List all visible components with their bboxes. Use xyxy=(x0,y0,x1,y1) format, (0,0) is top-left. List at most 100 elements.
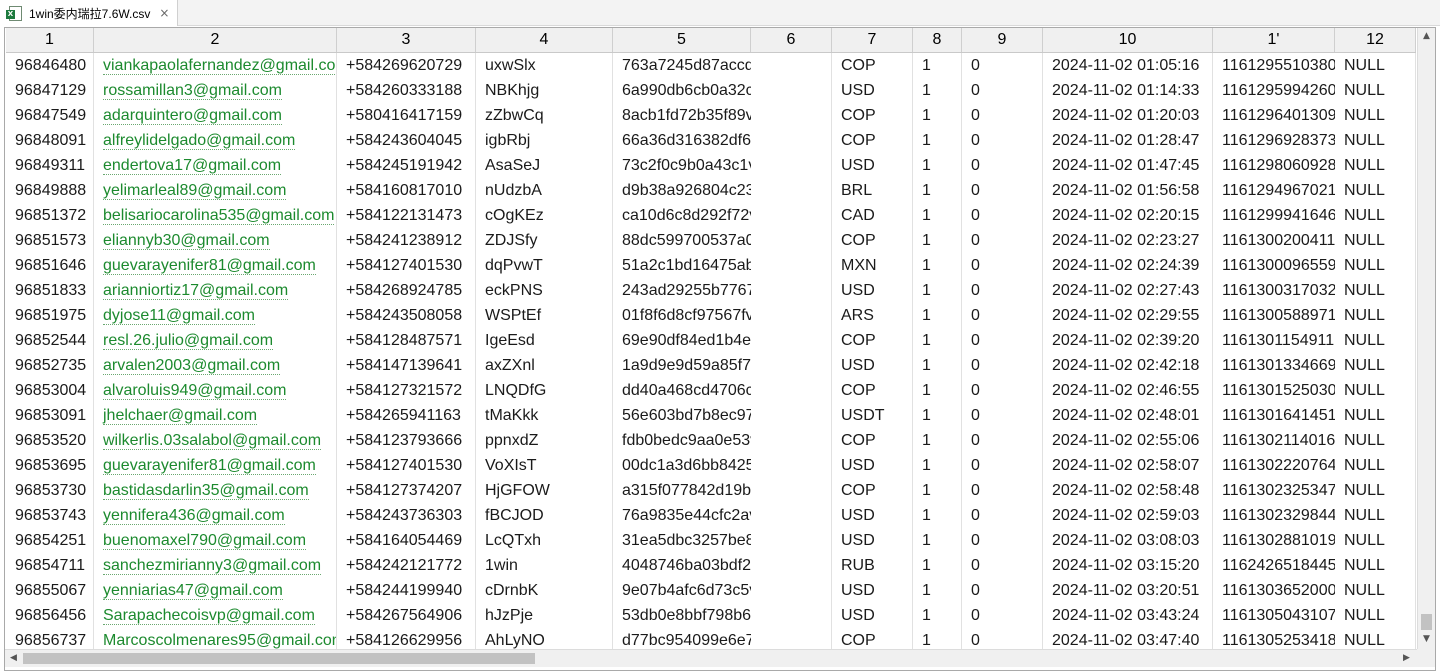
table-cell[interactable]: 2024-11-02 02:48:01 xyxy=(1043,403,1213,428)
table-cell[interactable]: 2024-11-02 02:59:03 xyxy=(1043,503,1213,528)
table-cell[interactable] xyxy=(751,378,832,403)
table-cell[interactable]: 1162426518445 xyxy=(1213,553,1335,578)
table-cell[interactable]: 2024-11-02 02:20:15 xyxy=(1043,203,1213,228)
table-cell[interactable]: USDT xyxy=(832,403,913,428)
email-link[interactable]: buenomaxel790@gmail.com xyxy=(103,532,307,550)
table-cell[interactable]: NULL xyxy=(1335,103,1416,128)
table-cell[interactable]: alvaroluis949@gmail.com xyxy=(94,378,337,403)
table-cell[interactable]: 2024-11-02 02:58:48 xyxy=(1043,478,1213,503)
table-cell[interactable]: 1161295510380 xyxy=(1213,53,1335,78)
table-cell[interactable]: 31ea5dbc3257be8ve xyxy=(613,528,751,553)
table-cell[interactable]: 2024-11-02 01:56:58 xyxy=(1043,178,1213,203)
table-cell[interactable]: 96846480 xyxy=(6,53,94,78)
table-cell[interactable]: 2024-11-02 02:27:43 xyxy=(1043,278,1213,303)
table-cell[interactable]: sanchezmirianny3@gmail.com xyxy=(94,553,337,578)
table-cell[interactable] xyxy=(751,578,832,603)
table-cell[interactable]: 1 xyxy=(913,453,962,478)
table-cell[interactable]: 96853091 xyxy=(6,403,94,428)
table-cell[interactable]: +584122131473 xyxy=(337,203,476,228)
table-cell[interactable]: 0 xyxy=(962,578,1043,603)
email-link[interactable]: eliannyb30@gmail.com xyxy=(103,232,270,250)
table-cell[interactable]: 1161305043107 xyxy=(1213,603,1335,628)
email-link[interactable]: arianniortiz17@gmail.com xyxy=(103,282,289,300)
table-cell[interactable]: viankapaolafernandez@gmail.com xyxy=(94,53,337,78)
scroll-right-icon[interactable]: ▶ xyxy=(1398,650,1415,667)
horizontal-scroll-thumb[interactable] xyxy=(23,653,535,664)
table-cell[interactable]: 0 xyxy=(962,178,1043,203)
table-cell[interactable]: 2024-11-02 02:55:06 xyxy=(1043,428,1213,453)
table-cell[interactable]: NULL xyxy=(1335,378,1416,403)
table-cell[interactable]: 01f8f6d8cf97567fve xyxy=(613,303,751,328)
table-cell[interactable]: RUB xyxy=(832,553,913,578)
table-cell[interactable]: CAD xyxy=(832,203,913,228)
column-header[interactable]: 3 xyxy=(337,28,476,52)
table-cell[interactable]: tMaKkk xyxy=(476,403,613,428)
table-cell[interactable]: +584243736303 xyxy=(337,503,476,528)
email-link[interactable]: guevarayenifer81@gmail.com xyxy=(103,257,316,275)
table-cell[interactable]: 96853730 xyxy=(6,478,94,503)
table-cell[interactable]: +584164054469 xyxy=(337,528,476,553)
table-cell[interactable]: 96853004 xyxy=(6,378,94,403)
table-cell[interactable]: 1161300588971 xyxy=(1213,303,1335,328)
table-cell[interactable]: 2024-11-02 01:28:47 xyxy=(1043,128,1213,153)
table-cell[interactable]: 96854251 xyxy=(6,528,94,553)
table-cell[interactable]: 96856456 xyxy=(6,603,94,628)
table-cell[interactable]: igbRbj xyxy=(476,128,613,153)
table-cell[interactable]: 2024-11-02 02:39:20 xyxy=(1043,328,1213,353)
table-cell[interactable]: 1161298060928 xyxy=(1213,153,1335,178)
table-cell[interactable]: 1 xyxy=(913,353,962,378)
table-cell[interactable]: +584269620729 xyxy=(337,53,476,78)
table-cell[interactable]: NULL xyxy=(1335,478,1416,503)
table-cell[interactable]: 0 xyxy=(962,303,1043,328)
table-cell[interactable]: 96853743 xyxy=(6,503,94,528)
table-cell[interactable]: VoXIsT xyxy=(476,453,613,478)
table-cell[interactable]: COP xyxy=(832,53,913,78)
table-cell[interactable]: 2024-11-02 01:47:45 xyxy=(1043,153,1213,178)
table-cell[interactable]: 1 xyxy=(913,78,962,103)
table-cell[interactable]: jhelchaer@gmail.com xyxy=(94,403,337,428)
table-cell[interactable]: NULL xyxy=(1335,153,1416,178)
table-cell[interactable]: 763a7245d87accdve xyxy=(613,53,751,78)
table-cell[interactable]: 1 xyxy=(913,578,962,603)
table-cell[interactable]: COP xyxy=(832,328,913,353)
email-link[interactable]: bastidasdarlin35@gmail.com xyxy=(103,482,309,500)
table-cell[interactable]: arvalen2003@gmail.com xyxy=(94,353,337,378)
table-cell[interactable]: COP xyxy=(832,378,913,403)
email-link[interactable]: resl.26.julio@gmail.com xyxy=(103,332,274,350)
table-cell[interactable]: 0 xyxy=(962,153,1043,178)
table-cell[interactable]: 1161301641451 xyxy=(1213,403,1335,428)
table-cell[interactable]: 1161303652000 xyxy=(1213,578,1335,603)
table-cell[interactable]: 0 xyxy=(962,478,1043,503)
table-cell[interactable]: cDrnbK xyxy=(476,578,613,603)
table-cell[interactable]: 0 xyxy=(962,103,1043,128)
table-cell[interactable]: 1 xyxy=(913,378,962,403)
table-cell[interactable]: 0 xyxy=(962,528,1043,553)
table-cell[interactable]: NULL xyxy=(1335,228,1416,253)
table-cell[interactable]: ca10d6c8d292f72ve xyxy=(613,203,751,228)
table-cell[interactable]: 96854711 xyxy=(6,553,94,578)
table-cell[interactable] xyxy=(751,603,832,628)
table-cell[interactable] xyxy=(751,328,832,353)
table-cell[interactable]: +584128487571 xyxy=(337,328,476,353)
table-cell[interactable]: +584243604045 xyxy=(337,128,476,153)
table-cell[interactable]: +584243508058 xyxy=(337,303,476,328)
email-link[interactable]: alvaroluis949@gmail.com xyxy=(103,382,287,400)
email-link[interactable]: yenniarias47@gmail.com xyxy=(103,582,283,600)
table-cell[interactable]: NULL xyxy=(1335,278,1416,303)
table-cell[interactable] xyxy=(751,528,832,553)
table-cell[interactable]: NULL xyxy=(1335,78,1416,103)
table-cell[interactable]: d77bc954099e6e7ve xyxy=(613,628,751,649)
table-cell[interactable]: 1161305253418 xyxy=(1213,628,1335,649)
table-cell[interactable]: dd40a468cd4706cve xyxy=(613,378,751,403)
table-cell[interactable]: 1161301334669 xyxy=(1213,353,1335,378)
email-link[interactable]: viankapaolafernandez@gmail.com xyxy=(103,57,336,75)
table-cell[interactable]: NULL xyxy=(1335,353,1416,378)
table-cell[interactable]: 1win xyxy=(476,553,613,578)
table-cell[interactable]: COP xyxy=(832,228,913,253)
table-cell[interactable] xyxy=(751,303,832,328)
table-cell[interactable]: 1161302329844 xyxy=(1213,503,1335,528)
table-cell[interactable]: guevarayenifer81@gmail.com xyxy=(94,253,337,278)
table-cell[interactable]: 0 xyxy=(962,328,1043,353)
scroll-down-icon[interactable]: ▼ xyxy=(1418,631,1435,648)
table-cell[interactable]: hJzPje xyxy=(476,603,613,628)
